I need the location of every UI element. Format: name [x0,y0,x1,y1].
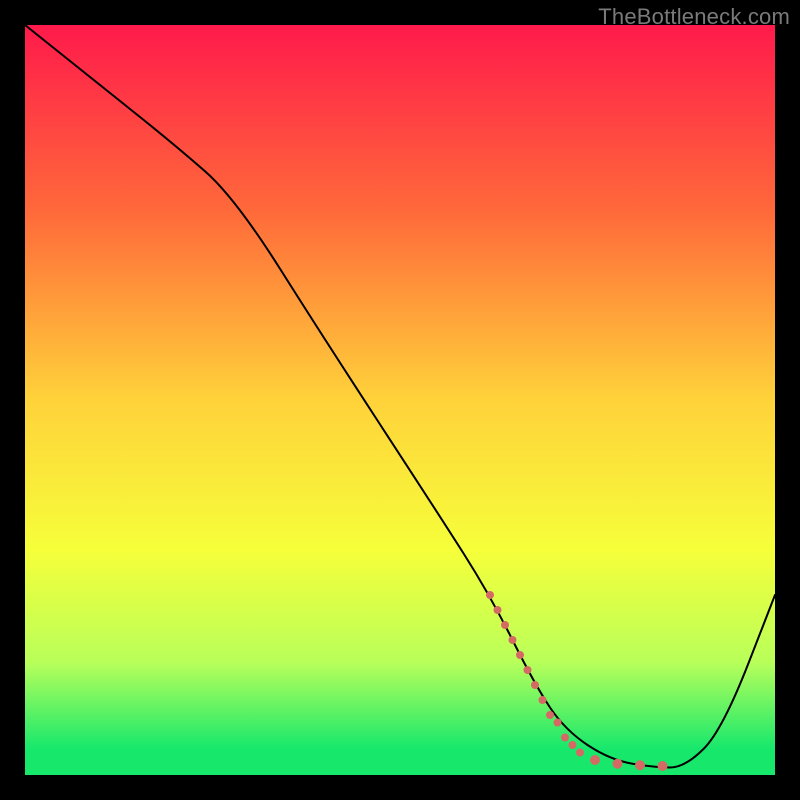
highlight-dot [569,741,577,749]
highlight-dot [613,759,623,769]
highlight-dot [539,696,547,704]
highlight-dot [590,755,600,765]
highlight-dot [635,760,645,770]
highlight-dot [516,651,524,659]
highlight-dot [494,606,502,614]
highlight-dot [509,636,517,644]
highlight-dot [524,666,532,674]
highlight-dot [486,591,494,599]
highlight-dot [576,749,584,757]
highlight-dot [658,761,668,771]
watermark-label: TheBottleneck.com [598,4,790,30]
plot-area [25,25,775,775]
bottleneck-chart [25,25,775,775]
highlight-dot [561,734,569,742]
highlight-dot [546,711,554,719]
gradient-background [25,25,775,775]
highlight-dot [531,681,539,689]
chart-container: TheBottleneck.com [0,0,800,800]
highlight-dot [554,719,562,727]
highlight-dot [501,621,509,629]
